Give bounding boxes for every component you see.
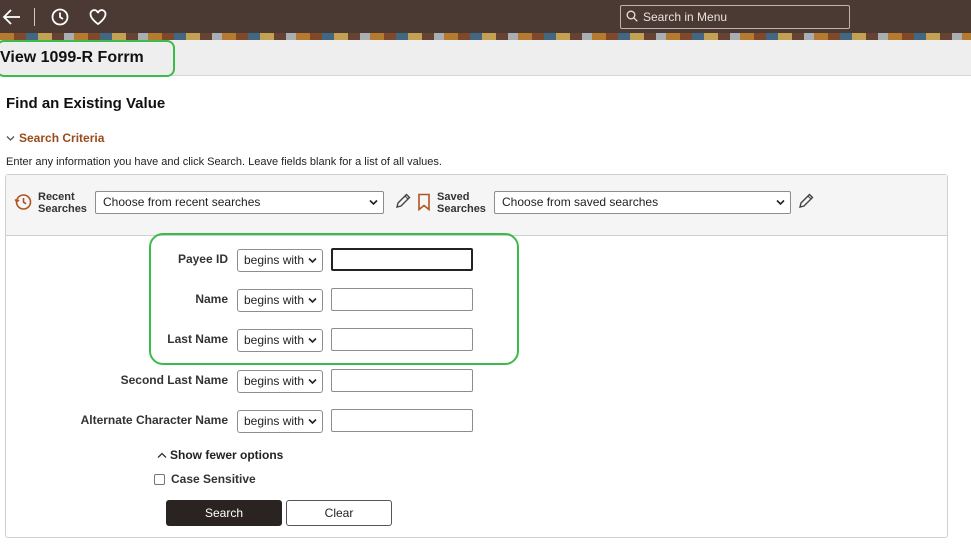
- operator-value: begins with: [244, 374, 305, 388]
- operator-value: begins with: [244, 414, 305, 428]
- alternate-character-name-operator-select[interactable]: begins with: [237, 410, 323, 433]
- show-fewer-options-label: Show fewer options: [170, 448, 284, 462]
- saved-label-line1: Saved: [437, 191, 470, 203]
- recent-searches-label: Recent Searches: [38, 191, 87, 215]
- search-icon: [626, 10, 638, 22]
- favorite-heart-icon[interactable]: [88, 6, 108, 28]
- search-criteria-label: Search Criteria: [19, 131, 105, 145]
- recent-searches-select[interactable]: Choose from recent searches: [95, 191, 384, 214]
- recent-label-line2: Searches: [38, 203, 87, 215]
- title-highlight-annotation: [0, 40, 175, 77]
- saved-label-line2: Searches: [437, 203, 486, 215]
- recent-searches-icon: [14, 194, 32, 210]
- alternate-character-name-label: Alternate Character Name: [80, 413, 228, 427]
- show-fewer-options-link[interactable]: Show fewer options: [157, 448, 283, 462]
- edit-pencil-icon[interactable]: [797, 192, 815, 210]
- edit-pencil-icon[interactable]: [394, 192, 412, 210]
- history-icon[interactable]: [50, 6, 70, 28]
- topbar-divider: [34, 8, 35, 26]
- alternate-character-name-input[interactable]: [331, 409, 473, 432]
- saved-searches-label: Saved Searches: [437, 191, 486, 215]
- chevron-down-icon: [308, 418, 317, 425]
- search-criteria-toggle[interactable]: Search Criteria: [6, 131, 104, 145]
- menu-search-placeholder: Search in Menu: [643, 10, 728, 24]
- recent-searches-value: Choose from recent searches: [103, 195, 261, 209]
- second-last-name-input[interactable]: [331, 369, 473, 392]
- chevron-down-icon: [776, 199, 785, 206]
- chevron-down-icon: [6, 131, 15, 145]
- banner-pattern: [0, 33, 971, 40]
- chevron-down-icon: [308, 378, 317, 385]
- menu-search-input[interactable]: Search in Menu: [620, 5, 850, 29]
- fields-highlight-annotation: [149, 233, 519, 365]
- search-button[interactable]: Search: [166, 500, 282, 526]
- case-sensitive-label: Case Sensitive: [171, 472, 256, 486]
- search-instructions: Enter any information you have and click…: [6, 156, 442, 168]
- back-arrow-icon[interactable]: [2, 6, 22, 28]
- find-existing-heading: Find an Existing Value: [6, 95, 166, 112]
- clear-button[interactable]: Clear: [286, 500, 392, 526]
- bookmark-icon: [418, 193, 430, 211]
- case-sensitive-checkbox[interactable]: [154, 474, 165, 485]
- second-last-name-operator-select[interactable]: begins with: [237, 370, 323, 393]
- chevron-up-icon: [157, 448, 167, 462]
- saved-searches-value: Choose from saved searches: [502, 195, 659, 209]
- chevron-down-icon: [369, 199, 378, 206]
- recent-label-line1: Recent: [38, 191, 75, 203]
- saved-searches-select[interactable]: Choose from saved searches: [494, 191, 791, 214]
- top-banner: Search in Menu: [0, 0, 971, 40]
- second-last-name-label: Second Last Name: [120, 373, 228, 387]
